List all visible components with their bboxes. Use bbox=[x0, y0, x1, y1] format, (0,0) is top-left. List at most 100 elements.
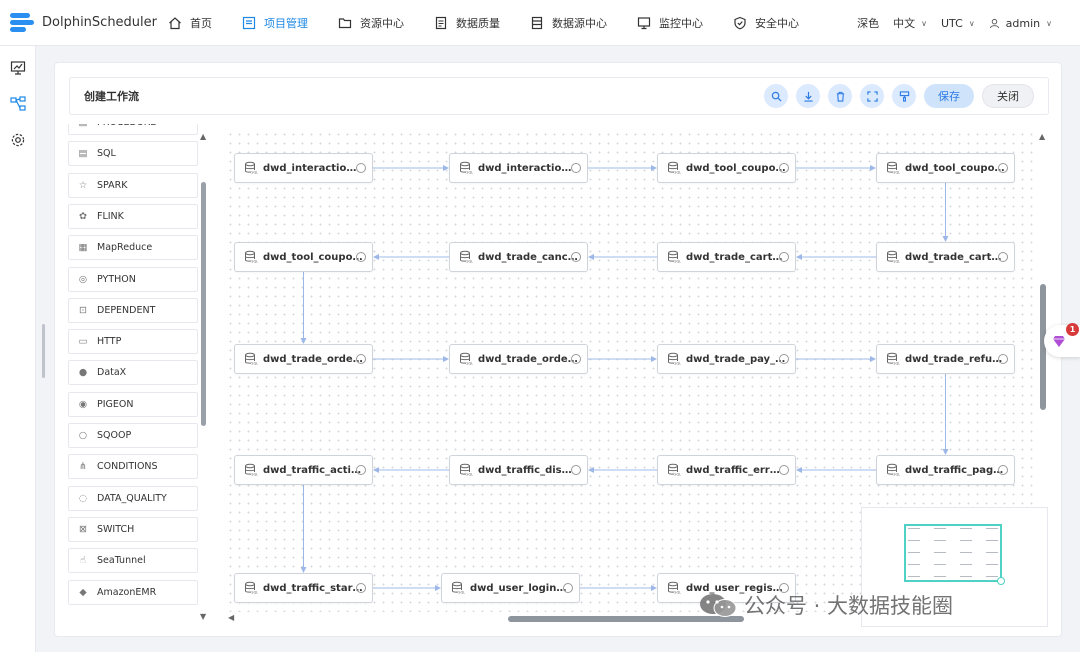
minimap-viewport[interactable] bbox=[904, 524, 1002, 582]
app-logo[interactable]: DolphinScheduler bbox=[0, 10, 160, 36]
task-type-mapreduce[interactable]: ▦ MapReduce bbox=[68, 235, 198, 261]
sql-db-icon: SQL bbox=[667, 250, 681, 264]
task-node[interactable]: SQL dwd_user_login_inc... bbox=[441, 573, 580, 603]
minimap-node bbox=[960, 528, 972, 529]
minimap-node bbox=[986, 540, 998, 541]
task-node[interactable]: SQL dwd_tool_coupon_g... bbox=[657, 153, 796, 183]
minimap-node bbox=[960, 576, 972, 577]
task-type-pigeon[interactable]: ◉ PIGEON bbox=[68, 391, 198, 417]
seatunnel-icon: ☝ bbox=[80, 555, 86, 567]
task-type-sqoop[interactable]: ○ SQOOP bbox=[68, 423, 198, 448]
page-title: 创建工作流 bbox=[84, 90, 139, 103]
task-type-datax[interactable]: ● DataX bbox=[68, 360, 198, 386]
nav-item-4[interactable]: 数据源中心 bbox=[530, 0, 607, 46]
task-type-http[interactable]: ▭ HTTP bbox=[68, 329, 198, 355]
close-button[interactable]: 关闭 bbox=[982, 84, 1034, 108]
task-type-spark[interactable]: ☆ SPARK bbox=[68, 172, 198, 198]
timezone-select[interactable]: UTC ∨ bbox=[941, 17, 975, 30]
fullscreen-button[interactable] bbox=[860, 84, 884, 108]
http-icon: ▭ bbox=[78, 336, 88, 348]
task-status-icon bbox=[356, 163, 366, 173]
task-status-icon bbox=[571, 354, 581, 364]
svg-text:SQL: SQL bbox=[674, 473, 681, 477]
task-node[interactable]: SQL dwd_trade_cancel_d... bbox=[449, 242, 588, 272]
workflow-definition-icon[interactable] bbox=[10, 96, 26, 112]
task-node[interactable]: SQL dwd_interaction_fa... bbox=[449, 153, 588, 183]
user-menu[interactable]: admin ∨ bbox=[989, 17, 1052, 30]
task-node[interactable]: SQL dwd_interaction_co... bbox=[234, 153, 373, 183]
task-type-data-quality[interactable]: ◌ DATA_QUALITY bbox=[68, 485, 198, 511]
task-type-switch[interactable]: ⊠ SWITCH bbox=[68, 516, 198, 542]
nav-item-5[interactable]: 监控中心 bbox=[637, 0, 703, 46]
minimap-node bbox=[934, 540, 946, 541]
svg-text:SQL: SQL bbox=[466, 473, 473, 477]
task-node[interactable]: SQL dwd_traffic_page_v... bbox=[876, 455, 1015, 485]
svg-text:SQL: SQL bbox=[251, 473, 258, 477]
task-type-dependent[interactable]: ⊡ DEPENDENT bbox=[68, 297, 198, 323]
delete-button[interactable] bbox=[828, 84, 852, 108]
task-type-flink[interactable]: ✿ FLINK bbox=[68, 203, 198, 229]
dependent-icon: ⊡ bbox=[79, 304, 87, 316]
minimap-node bbox=[986, 576, 998, 577]
task-type-conditions[interactable]: ⋔ CONDITIONS bbox=[68, 454, 198, 480]
task-node[interactable]: SQL dwd_trade_refund_p... bbox=[876, 344, 1015, 374]
download-button[interactable] bbox=[796, 84, 820, 108]
chevron-down-icon: ∨ bbox=[1046, 18, 1052, 28]
nav-item-2[interactable]: 资源中心 bbox=[338, 0, 404, 46]
task-node[interactable]: SQL dwd_trade_pay_deta... bbox=[657, 344, 796, 374]
nav-item-0[interactable]: 首页 bbox=[168, 0, 212, 46]
monitor-icon bbox=[637, 16, 651, 30]
task-status-icon bbox=[571, 163, 581, 173]
palette-scrollbar[interactable] bbox=[201, 182, 206, 426]
minimap-node bbox=[908, 540, 920, 541]
search-button[interactable] bbox=[764, 84, 788, 108]
minimap-node bbox=[986, 564, 998, 565]
task-type-label: PYTHON bbox=[97, 273, 136, 285]
task-node[interactable]: SQL dwd_traffic_error_... bbox=[657, 455, 796, 485]
settings-gear-icon[interactable] bbox=[10, 132, 26, 148]
task-node-label: dwd_traffic_start_... bbox=[263, 582, 363, 594]
sidebar-resize-handle[interactable] bbox=[42, 324, 45, 378]
theme-toggle[interactable]: 深色 bbox=[857, 15, 879, 31]
task-node[interactable]: SQL dwd_traffic_displa... bbox=[449, 455, 588, 485]
task-node[interactable]: SQL dwd_trade_order_re... bbox=[449, 344, 588, 374]
palette-scroll-up-icon[interactable]: ▲ bbox=[200, 132, 206, 141]
minimap-node bbox=[934, 564, 946, 565]
language-select[interactable]: 中文 ∨ bbox=[893, 15, 927, 31]
minimap-resize-handle[interactable] bbox=[997, 577, 1005, 585]
task-node-label: dwd_traffic_action... bbox=[263, 464, 363, 476]
palette-scroll-down-icon[interactable]: ▼ bbox=[200, 612, 206, 621]
sql-db-icon: SQL bbox=[244, 352, 258, 366]
nav-item-6[interactable]: 安全中心 bbox=[733, 0, 799, 46]
gem-icon bbox=[1053, 336, 1065, 347]
fullscreen-icon bbox=[866, 90, 878, 102]
task-node[interactable]: SQL dwd_tool_coupon_p... bbox=[234, 242, 373, 272]
task-type-seatunnel[interactable]: ☝ SeaTunnel bbox=[68, 548, 198, 574]
canvas-scroll-left-icon[interactable]: ◀ bbox=[228, 613, 234, 622]
task-type-label: DATA_QUALITY bbox=[97, 492, 167, 504]
task-type-sql[interactable]: ▤ SQL bbox=[68, 141, 198, 167]
minimap-node bbox=[908, 552, 920, 553]
save-button[interactable]: 保存 bbox=[924, 84, 974, 108]
task-type-procedure[interactable]: ▤ PROCEDURE bbox=[68, 124, 198, 135]
task-status-icon bbox=[998, 465, 1008, 475]
nav-item-3[interactable]: 数据质量 bbox=[434, 0, 500, 46]
canvas-scroll-up-icon[interactable]: ▲ bbox=[1039, 132, 1045, 141]
sql-db-icon: SQL bbox=[244, 463, 258, 477]
minimap-node bbox=[986, 528, 998, 529]
task-node[interactable]: SQL dwd_trade_cart_add... bbox=[657, 242, 796, 272]
task-type-python[interactable]: ◎ PYTHON bbox=[68, 266, 198, 292]
workflow-monitor-icon[interactable] bbox=[10, 60, 26, 76]
task-type-amazonemr[interactable]: ◆ AmazonEMR bbox=[68, 579, 198, 605]
task-node[interactable]: SQL dwd_tool_coupon_o... bbox=[876, 153, 1015, 183]
task-node[interactable]: SQL dwd_trade_order_de... bbox=[234, 344, 373, 374]
task-node[interactable]: SQL dwd_trade_cart_ful... bbox=[876, 242, 1015, 272]
floating-assistant-button[interactable]: 1 bbox=[1044, 323, 1080, 357]
nav-item-1[interactable]: 项目管理 bbox=[242, 0, 308, 46]
nav-label: 数据质量 bbox=[456, 16, 500, 30]
task-node[interactable]: SQL dwd_traffic_start_... bbox=[234, 573, 373, 603]
task-node[interactable]: SQL dwd_traffic_action... bbox=[234, 455, 373, 485]
format-button[interactable] bbox=[892, 84, 916, 108]
svg-text:SQL: SQL bbox=[674, 260, 681, 264]
task-status-icon bbox=[779, 354, 789, 364]
